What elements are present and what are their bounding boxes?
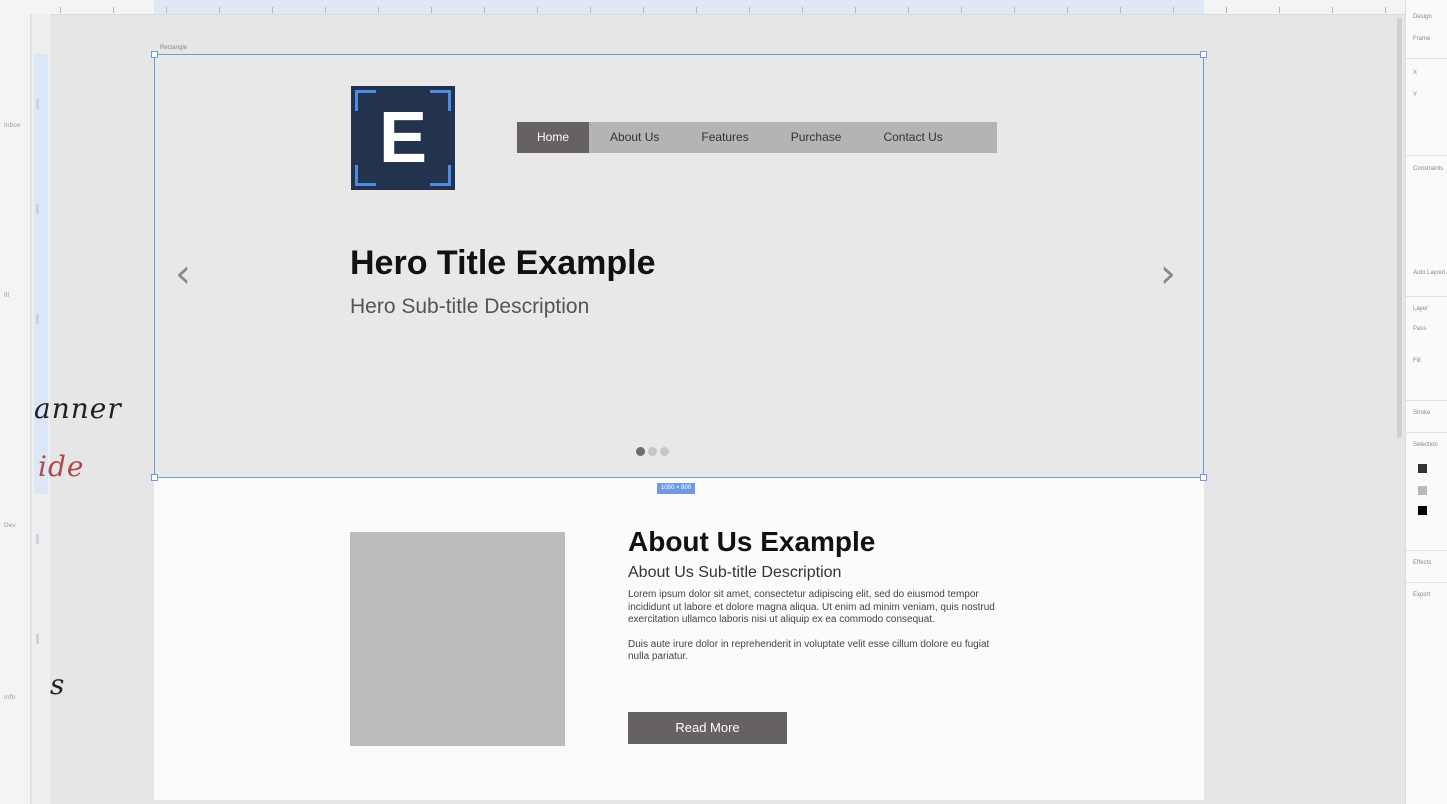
ruler-tick [219, 7, 220, 13]
panel-label[interactable]: Auto Layout [1413, 270, 1445, 276]
chevron-right-icon[interactable]: › [1160, 251, 1176, 297]
panel-divider [1406, 58, 1447, 59]
about-paragraph: Duis aute irure dolor in reprehenderit i… [628, 638, 990, 663]
about-subtitle: About Us Sub-title Description [628, 564, 842, 581]
panel-label: Selection [1413, 442, 1438, 448]
ruler-tick [749, 7, 750, 13]
ruler-tick [166, 7, 167, 13]
size-badge: 1050 × 800 [657, 483, 696, 494]
carousel-dot[interactable] [636, 447, 645, 456]
panel-label[interactable]: Fill [1413, 358, 1421, 364]
nav-item-home[interactable]: Home [517, 122, 590, 153]
panel-divider [1406, 400, 1447, 401]
canvas-scrollbar[interactable] [1397, 18, 1402, 438]
panel-label: Layer [1413, 306, 1429, 312]
ruler-tick [1385, 7, 1386, 13]
panel-label[interactable]: Stroke [1413, 410, 1430, 416]
ruler-label: Info [4, 694, 16, 701]
ruler-tick [590, 7, 591, 13]
panel-label[interactable]: Pass [1413, 326, 1426, 332]
ruler-tick [643, 7, 644, 13]
ruler-label: Dev [4, 522, 16, 529]
horizontal-ruler [0, 0, 1405, 15]
canvas-note: anner [34, 392, 122, 425]
strip-marker [36, 204, 39, 214]
panel-label[interactable]: X [1413, 70, 1417, 76]
about-image-placeholder [350, 532, 565, 746]
nav-bar: Home About Us Features Purchase Contact … [517, 122, 997, 153]
strip-marker [36, 314, 39, 324]
ruler-tick [1173, 7, 1174, 13]
artboard[interactable]: E Home About Us Features Purchase Contac… [151, 51, 1207, 800]
panel-divider [1406, 550, 1447, 551]
color-swatch[interactable] [1418, 464, 1427, 473]
ruler-tick [802, 7, 803, 13]
hero-banner[interactable]: E Home About Us Features Purchase Contac… [151, 51, 1207, 481]
ruler-tick [1014, 7, 1015, 13]
panel-divider [1406, 432, 1447, 433]
color-swatch[interactable] [1418, 486, 1427, 495]
panel-label[interactable]: Frame [1413, 36, 1430, 42]
logo: E [351, 86, 455, 190]
logo-letter: E [378, 98, 428, 178]
frame-label: Rectangle [160, 45, 188, 51]
carousel-dots [636, 447, 669, 456]
carousel-dot[interactable] [648, 447, 657, 456]
read-more-button[interactable]: Read More [628, 712, 787, 744]
ruler-tick [537, 7, 538, 13]
ruler-tick [1332, 7, 1333, 13]
ruler-tick [378, 7, 379, 13]
vertical-ruler: Inbox Ill Dev Info [0, 14, 31, 804]
ruler-tick [431, 7, 432, 13]
ruler-label: Ill [4, 292, 10, 299]
nav-item-purchase[interactable]: Purchase [770, 122, 863, 153]
ruler-tick [60, 7, 61, 13]
ruler-tick [855, 7, 856, 13]
hero-subtitle: Hero Sub-title Description [350, 295, 590, 318]
ruler-tick [1067, 7, 1068, 13]
panel-label[interactable]: Y [1413, 92, 1417, 98]
color-swatch[interactable] [1418, 506, 1427, 515]
about-paragraph: Lorem ipsum dolor sit amet, consectetur … [628, 589, 995, 626]
ruler-label: Inbox [4, 122, 21, 129]
ruler-tick [961, 7, 962, 13]
ruler-tick [1120, 7, 1121, 13]
ruler-selection-range [154, 0, 1204, 14]
panel-title: Design [1413, 14, 1432, 20]
canvas-note: s [50, 668, 66, 701]
ruler-tick [908, 7, 909, 13]
about-body: Lorem ipsum dolor sit amet, consectetur … [628, 589, 998, 676]
layer-strip-selection [34, 54, 48, 494]
chevron-left-icon[interactable]: ‹ [175, 251, 191, 297]
ruler-tick [696, 7, 697, 13]
panel-divider [1406, 296, 1447, 297]
nav-item-contact-us[interactable]: Contact Us [862, 122, 963, 153]
panel-divider [1406, 155, 1447, 156]
ruler-tick [1279, 7, 1280, 13]
nav-item-about-us[interactable]: About Us [589, 122, 680, 153]
canvas-note: ide [38, 450, 85, 483]
panel-label[interactable]: Export [1413, 592, 1430, 598]
about-title: About Us Example [628, 526, 876, 557]
panel-divider [1406, 582, 1447, 583]
ruler-tick [113, 7, 114, 13]
strip-marker [36, 634, 39, 644]
panel-label: Constraints [1413, 166, 1444, 172]
ruler-tick [484, 7, 485, 13]
design-panel: Design Frame X Y Constraints Auto Layout… [1405, 0, 1447, 804]
ruler-tick [272, 7, 273, 13]
carousel-dot[interactable] [660, 447, 669, 456]
nav-item-features[interactable]: Features [680, 122, 769, 153]
hero-title: Hero Title Example [350, 244, 656, 282]
resize-handle[interactable] [1200, 474, 1207, 481]
strip-marker [36, 99, 39, 109]
resize-handle[interactable] [151, 51, 158, 58]
ruler-tick [1226, 7, 1227, 13]
ruler-tick [325, 7, 326, 13]
resize-handle[interactable] [151, 474, 158, 481]
resize-handle[interactable] [1200, 51, 1207, 58]
strip-marker [36, 534, 39, 544]
panel-label[interactable]: Effects [1413, 560, 1431, 566]
